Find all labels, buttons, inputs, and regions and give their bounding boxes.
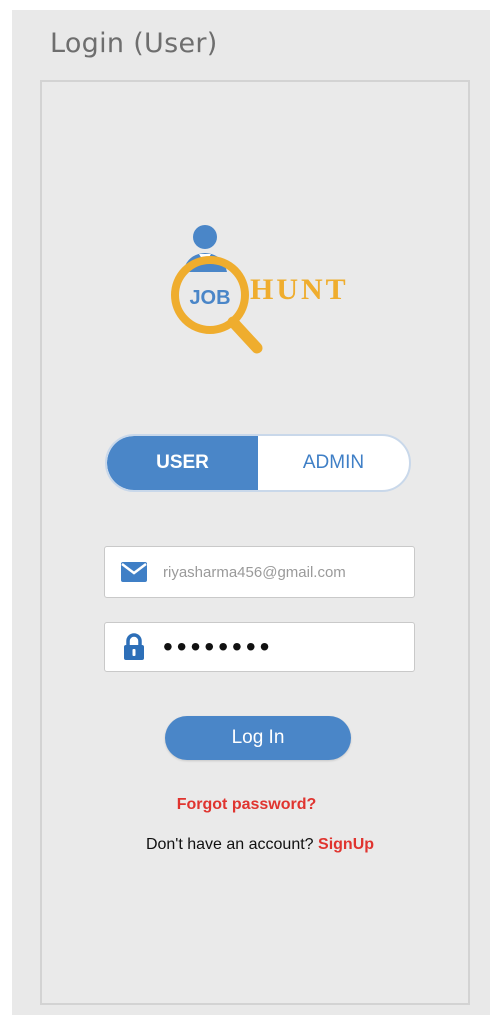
jobhunt-logo: JOB HUNT [165,220,375,360]
password-input[interactable] [163,631,398,663]
mail-icon [119,557,149,587]
user-toggle-button[interactable]: USER [107,436,258,490]
admin-toggle-button[interactable]: ADMIN [258,436,409,490]
signup-link[interactable]: SignUp [318,836,374,853]
svg-text:JOB: JOB [189,287,230,309]
window-title: Login (User) [50,28,218,59]
login-button[interactable]: Log In [165,716,351,760]
signup-prompt: Don't have an account? SignUp [0,836,493,854]
forgot-password-link[interactable]: Forgot password? [0,796,493,814]
email-input[interactable] [163,563,398,581]
signup-prompt-text: Don't have an account? [145,836,314,853]
login-card [40,80,470,1005]
brand-name: HUNT [250,273,349,306]
role-toggle[interactable]: USER ADMIN [105,434,411,492]
password-field[interactable] [104,622,415,672]
lock-icon [119,632,149,662]
email-field[interactable] [104,546,415,598]
